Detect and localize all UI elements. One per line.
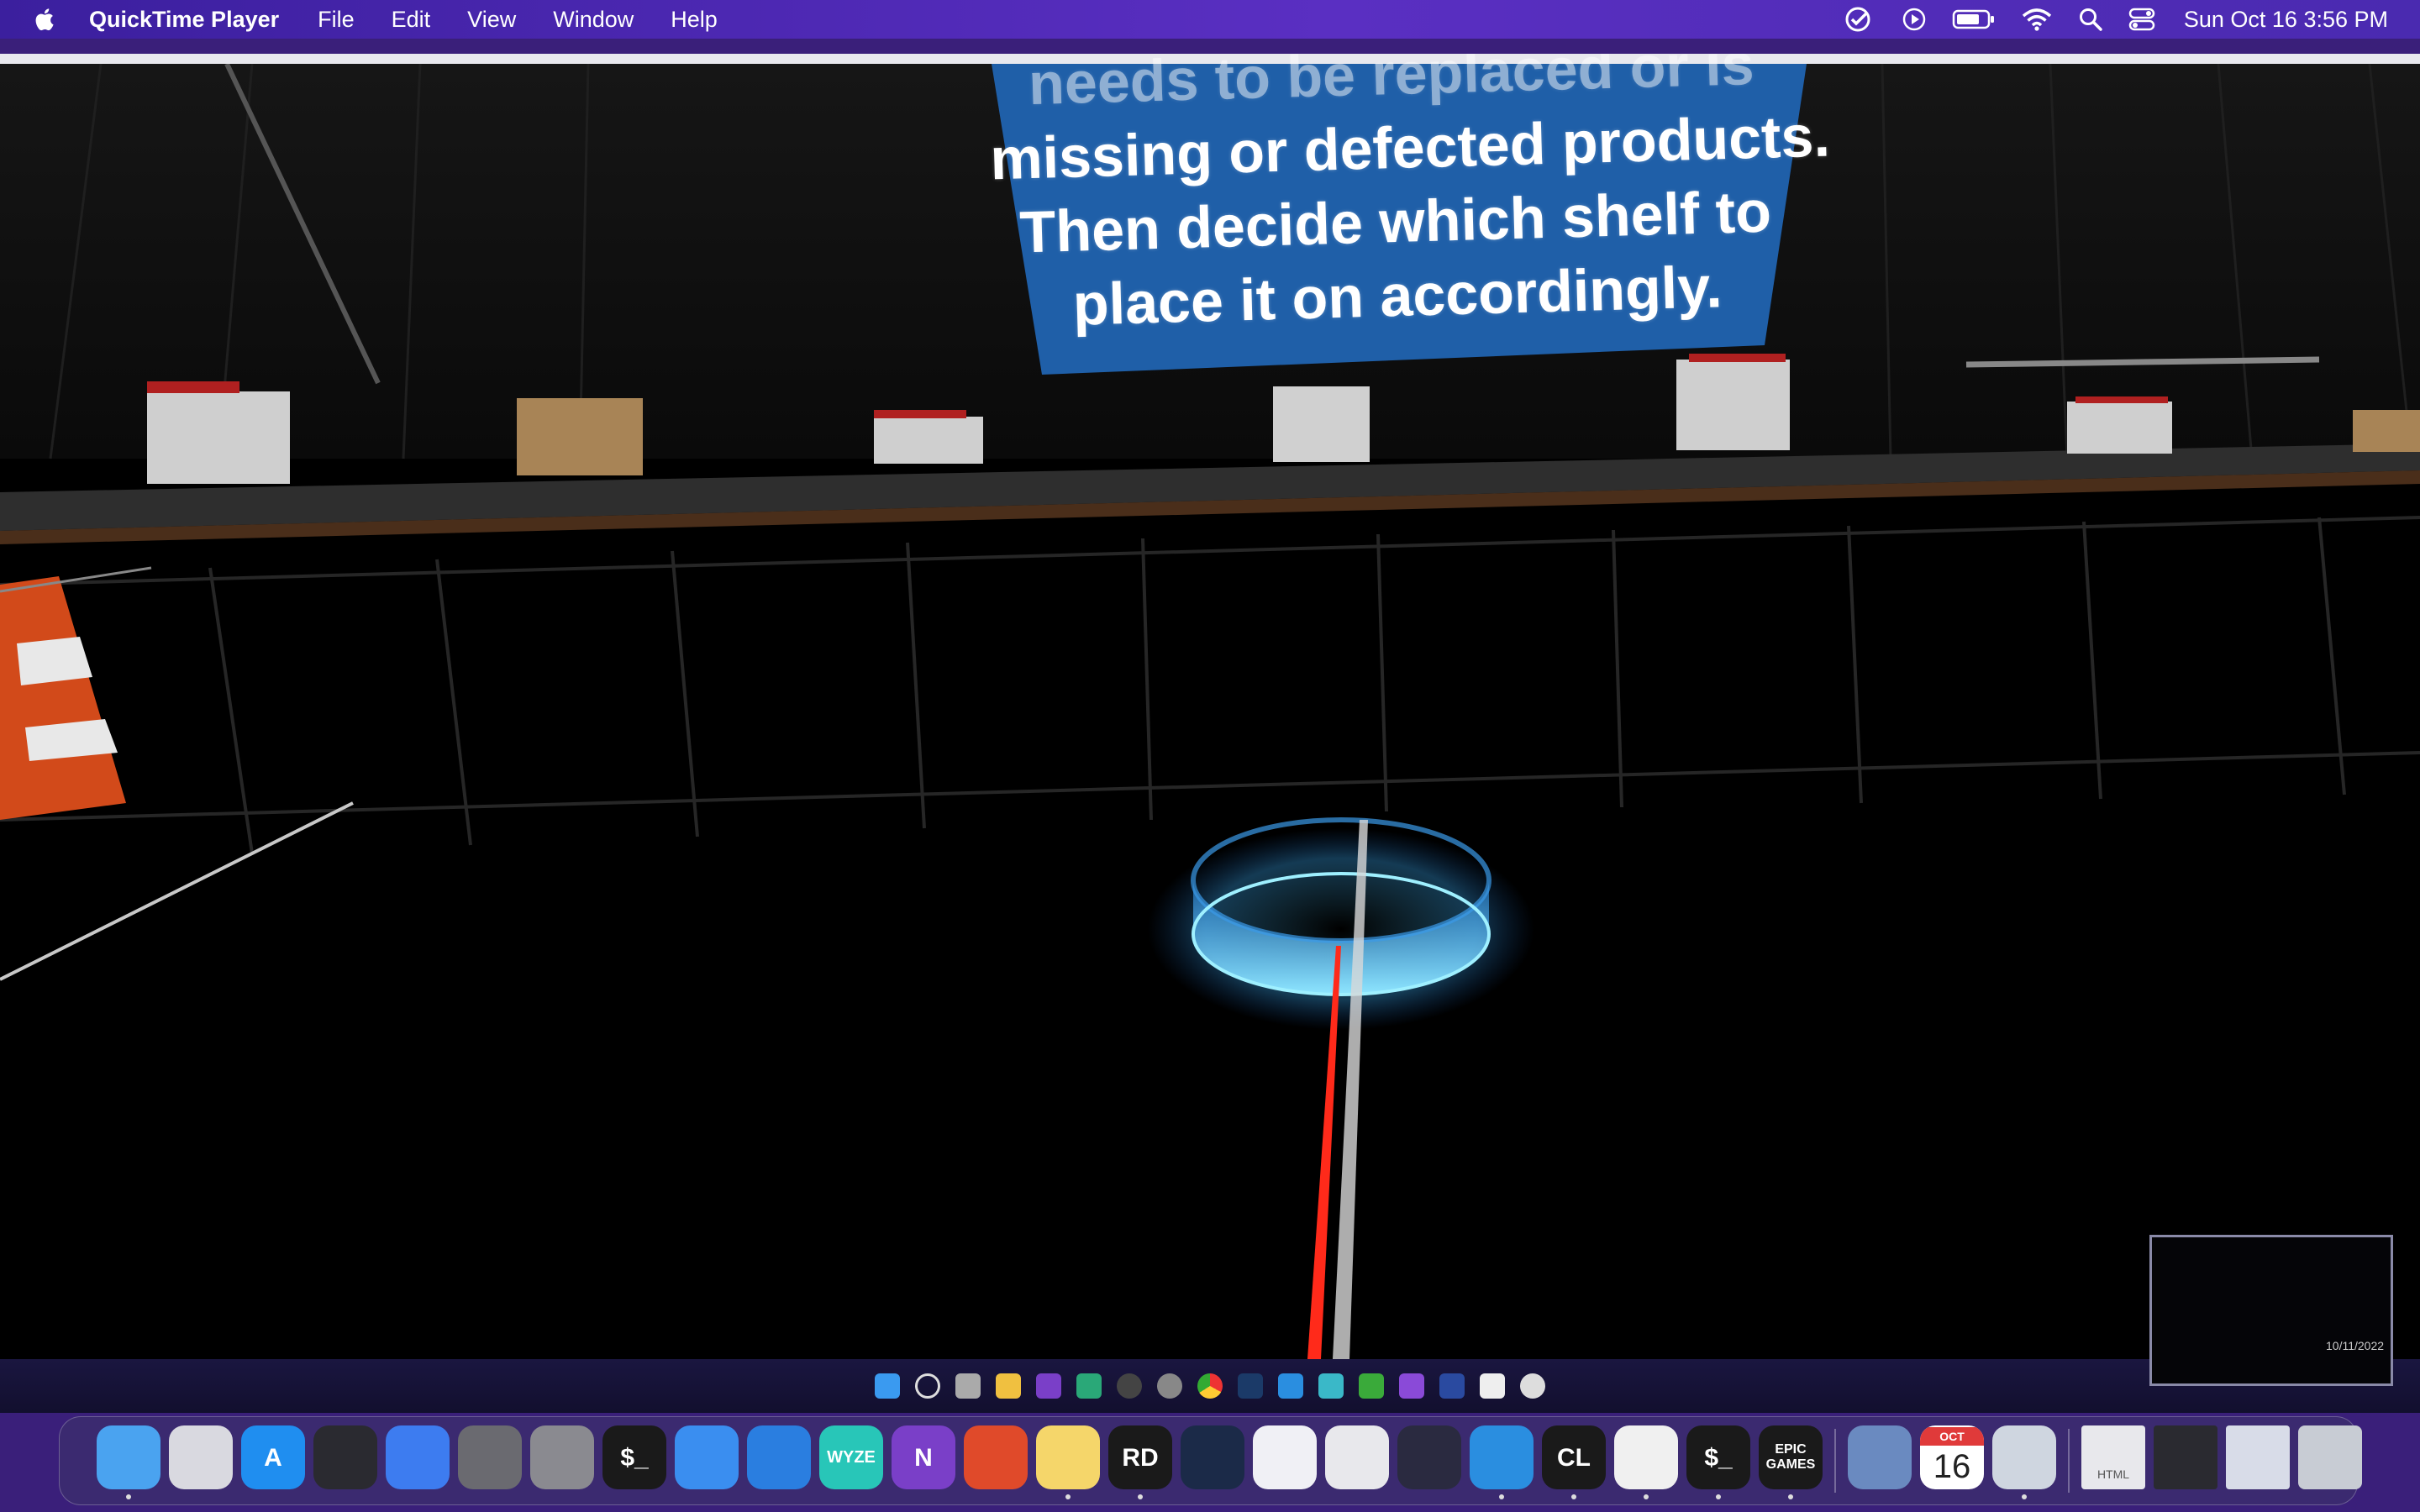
vscode-icon — [1278, 1373, 1303, 1399]
app-name-menu[interactable]: QuickTime Player — [89, 7, 279, 33]
rider-icon[interactable]: RD — [1108, 1425, 1172, 1489]
unity-icon[interactable] — [1325, 1425, 1389, 1489]
running-indicator — [1065, 1494, 1071, 1499]
screenshot-chrome-icon[interactable] — [2226, 1425, 2290, 1489]
window-menu[interactable]: Window — [553, 7, 634, 33]
windows-start-icon — [875, 1373, 900, 1399]
recorded-windows-taskbar — [0, 1359, 2420, 1413]
instruction-sign-text: needs to be replaced or is missing or de… — [988, 54, 1830, 344]
dock: A $_ WYZE N RD CL $_ EPIC GAMES OCT 16 HTML — [59, 1416, 2362, 1505]
wyze-icon[interactable]: WYZE — [819, 1425, 883, 1489]
floor-line — [0, 801, 354, 981]
quicktime-icon[interactable] — [1992, 1425, 2056, 1489]
view-menu[interactable]: View — [467, 7, 516, 33]
windows-search-icon — [915, 1373, 940, 1399]
finder-icon[interactable] — [97, 1425, 160, 1489]
oculus-icon — [1480, 1373, 1505, 1399]
spotlight-search-icon[interactable] — [2078, 7, 2103, 32]
rider-icon — [1359, 1373, 1384, 1399]
obs-icon — [1117, 1373, 1142, 1399]
app-icon — [1157, 1373, 1182, 1399]
apple-menu-icon[interactable] — [32, 7, 55, 32]
running-indicator — [1788, 1494, 1793, 1499]
edit-menu[interactable]: Edit — [392, 7, 431, 33]
app-icon — [1076, 1373, 1102, 1399]
traffic-cone — [0, 576, 126, 820]
menu-bar: QuickTime Player File Edit View Window H… — [0, 0, 2420, 39]
terminal-icon[interactable]: $_ — [602, 1425, 666, 1489]
visual-studio-icon — [1399, 1373, 1424, 1399]
unity-hub-icon[interactable] — [1397, 1425, 1461, 1489]
dock-separator — [1834, 1429, 1836, 1493]
unreal-engine-icon — [1520, 1373, 1545, 1399]
calendar-icon[interactable]: OCT 16 — [1920, 1425, 1984, 1489]
running-indicator — [126, 1494, 131, 1499]
checklist-icon[interactable] — [1844, 6, 1876, 33]
calendar-month: OCT — [1920, 1427, 1984, 1446]
screenshot-vscode-icon[interactable] — [2154, 1425, 2217, 1489]
wifi-icon[interactable] — [2021, 7, 2053, 32]
dock-separator — [2068, 1429, 2070, 1493]
file-menu[interactable]: File — [318, 7, 355, 33]
dock-icon-label: CL — [1557, 1443, 1591, 1472]
dock-icon-label: WYZE — [827, 1448, 876, 1467]
clion-icon[interactable]: CL — [1542, 1425, 1606, 1489]
notes-icon[interactable] — [1036, 1425, 1100, 1489]
dock-icon-label: RD — [1122, 1443, 1159, 1472]
app-icon — [1318, 1373, 1344, 1399]
dock-icon-label: $_ — [1704, 1443, 1733, 1472]
chrome-icon[interactable] — [1614, 1425, 1678, 1489]
file-type-label: HTML — [2096, 1467, 2130, 1481]
running-indicator — [1644, 1494, 1649, 1499]
menu-bar-clock[interactable]: Sun Oct 16 3:56 PM — [2184, 7, 2388, 33]
remote-desktop-icon[interactable] — [964, 1425, 1028, 1489]
calendar-day: 16 — [1933, 1448, 1971, 1485]
launchpad-icon[interactable] — [169, 1425, 233, 1489]
swift-icon[interactable] — [386, 1425, 450, 1489]
xcode-icon[interactable] — [747, 1425, 811, 1489]
control-center-icon[interactable] — [2128, 7, 2155, 32]
vscode-icon[interactable] — [1470, 1425, 1534, 1489]
railing — [0, 516, 2420, 854]
video-player-window[interactable]: needs to be replaced or is missing or de… — [0, 54, 2420, 1413]
task-view-icon — [955, 1373, 981, 1399]
help-menu[interactable]: Help — [671, 7, 718, 33]
terminal-icon[interactable]: $_ — [1686, 1425, 1750, 1489]
gear-icon[interactable] — [530, 1425, 594, 1489]
running-indicator — [1499, 1494, 1504, 1499]
dock-icon-label: EPIC GAMES — [1765, 1442, 1816, 1472]
dock-icon-label: A — [264, 1443, 282, 1472]
recording-thumbnail[interactable] — [2149, 1235, 2393, 1386]
app-store-icon[interactable]: A — [241, 1425, 305, 1489]
preview-photos-icon[interactable] — [1848, 1425, 1912, 1489]
instruments-icon[interactable] — [675, 1425, 739, 1489]
running-indicator — [2022, 1494, 2027, 1499]
onenote-icon — [1036, 1373, 1061, 1399]
steam-icon[interactable] — [1181, 1425, 1244, 1489]
epic-games-icon[interactable]: EPIC GAMES — [1759, 1425, 1823, 1489]
running-indicator — [1571, 1494, 1576, 1499]
accessibility-icon[interactable] — [1253, 1425, 1317, 1489]
steam-icon — [1238, 1373, 1263, 1399]
file-explorer-icon — [996, 1373, 1021, 1399]
thumbnail-date: 10/11/2022 — [2326, 1339, 2385, 1352]
chrome-icon — [1197, 1373, 1223, 1399]
preview-icon[interactable] — [458, 1425, 522, 1489]
onenote-icon[interactable]: N — [892, 1425, 955, 1489]
running-indicator — [1716, 1494, 1721, 1499]
play-circle-icon[interactable] — [1902, 7, 1927, 32]
powershell-icon — [1439, 1373, 1465, 1399]
html-file-icon[interactable]: HTML — [2081, 1425, 2145, 1489]
compressor-icon[interactable] — [313, 1425, 377, 1489]
running-indicator — [1138, 1494, 1143, 1499]
dock-icon-label: N — [914, 1443, 933, 1472]
trash-icon[interactable] — [2298, 1425, 2362, 1489]
dock-icon-label: $_ — [620, 1443, 649, 1472]
battery-icon[interactable] — [1952, 8, 1996, 30]
